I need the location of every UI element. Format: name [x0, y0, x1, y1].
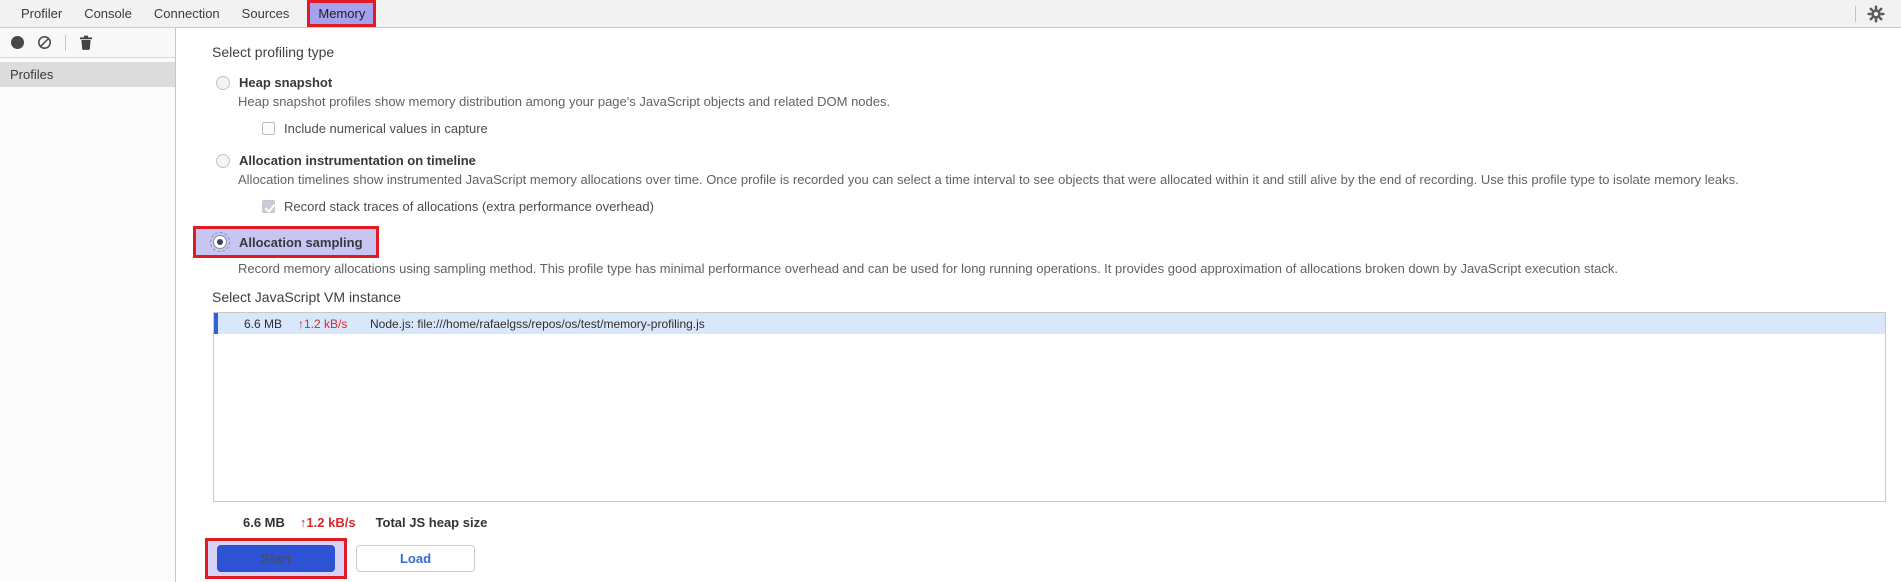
- radio-focus-ring: [210, 232, 230, 252]
- sidebar-item-profiles[interactable]: Profiles: [0, 62, 175, 87]
- tabbar-divider: [1855, 5, 1856, 22]
- option-label: Heap snapshot: [239, 75, 333, 90]
- record-icon[interactable]: [11, 36, 24, 49]
- load-button[interactable]: Load: [356, 545, 475, 572]
- vm-instance-name: Node.js: file:///home/rafaelgss/repos/os…: [370, 316, 705, 331]
- option-description: Heap snapshot profiles show memory distr…: [238, 94, 891, 109]
- tab-console[interactable]: Console: [73, 0, 143, 27]
- radio-option-heap-snapshot[interactable]: Heap snapshot: [216, 75, 1886, 90]
- radio-option-allocation-sampling[interactable]: Allocation sampling: [193, 226, 379, 258]
- profiles-toolbar: [0, 28, 175, 58]
- option-description: Record memory allocations using sampling…: [238, 261, 1618, 276]
- radio-icon-allocation-timeline[interactable]: [216, 153, 230, 168]
- gear-icon[interactable]: [1867, 4, 1885, 23]
- option-label: Allocation sampling: [239, 234, 363, 250]
- action-buttons: Start Load: [205, 538, 1886, 579]
- devtools-tabbar: Profiler Console Connection Sources Memo…: [0, 0, 1901, 28]
- checkbox-option-record-stack-traces: Record stack traces of allocations (extr…: [262, 199, 1886, 214]
- option-label: Allocation instrumentation on timeline: [239, 153, 476, 168]
- profiles-sidebar: Profiles: [0, 28, 176, 582]
- memory-panel: Select profiling type Heap snapshot Heap…: [176, 28, 1901, 582]
- tab-memory[interactable]: Memory: [307, 0, 377, 27]
- checkbox-icon-include-numerical-values[interactable]: [262, 122, 275, 135]
- toolbar-divider: [65, 34, 66, 51]
- radio-icon-allocation-sampling[interactable]: [213, 235, 227, 249]
- checkbox-label: Include numerical values in capture: [284, 121, 488, 136]
- start-button-annotation: Start: [205, 538, 347, 579]
- checkbox-icon-record-stack-traces: [262, 200, 275, 213]
- profiling-type-heading: Select profiling type: [212, 44, 335, 60]
- total-heap-rate: ↑1.2 kB/s: [299, 515, 356, 530]
- tab-connection[interactable]: Connection: [143, 0, 231, 27]
- checkbox-option-include-numerical-values[interactable]: Include numerical values in capture: [262, 121, 1886, 136]
- option-description: Allocation timelines show instrumented J…: [238, 172, 1739, 187]
- total-heap-size: 6.6 MB: [243, 515, 285, 530]
- tab-profiler[interactable]: Profiler: [10, 0, 73, 27]
- total-heap-label: Total JS heap size: [375, 515, 488, 530]
- start-button[interactable]: Start: [217, 545, 335, 572]
- heap-total-row: 6.6 MB ↑1.2 kB/s Total JS heap size: [212, 515, 1886, 530]
- vm-instance-row[interactable]: 6.6 MB ↑1.2 kB/s Node.js: file:///home/r…: [214, 313, 1885, 334]
- vm-instance-list[interactable]: 6.6 MB ↑1.2 kB/s Node.js: file:///home/r…: [213, 312, 1886, 502]
- block-icon[interactable]: [37, 35, 52, 50]
- radio-icon-heap-snapshot[interactable]: [216, 75, 230, 90]
- vm-instance-heading: Select JavaScript VM instance: [212, 289, 402, 305]
- checkbox-label: Record stack traces of allocations (extr…: [284, 199, 654, 214]
- tab-sources[interactable]: Sources: [231, 0, 301, 27]
- trash-icon[interactable]: [79, 35, 93, 50]
- vm-heap-size: 6.6 MB: [243, 316, 282, 331]
- vm-heap-rate: ↑1.2 kB/s: [298, 316, 348, 331]
- radio-option-allocation-timeline[interactable]: Allocation instrumentation on timeline: [216, 153, 1886, 168]
- tabbar-right-controls: [1855, 0, 1885, 27]
- devtools-body: Profiles Select profiling type Heap snap…: [0, 28, 1901, 582]
